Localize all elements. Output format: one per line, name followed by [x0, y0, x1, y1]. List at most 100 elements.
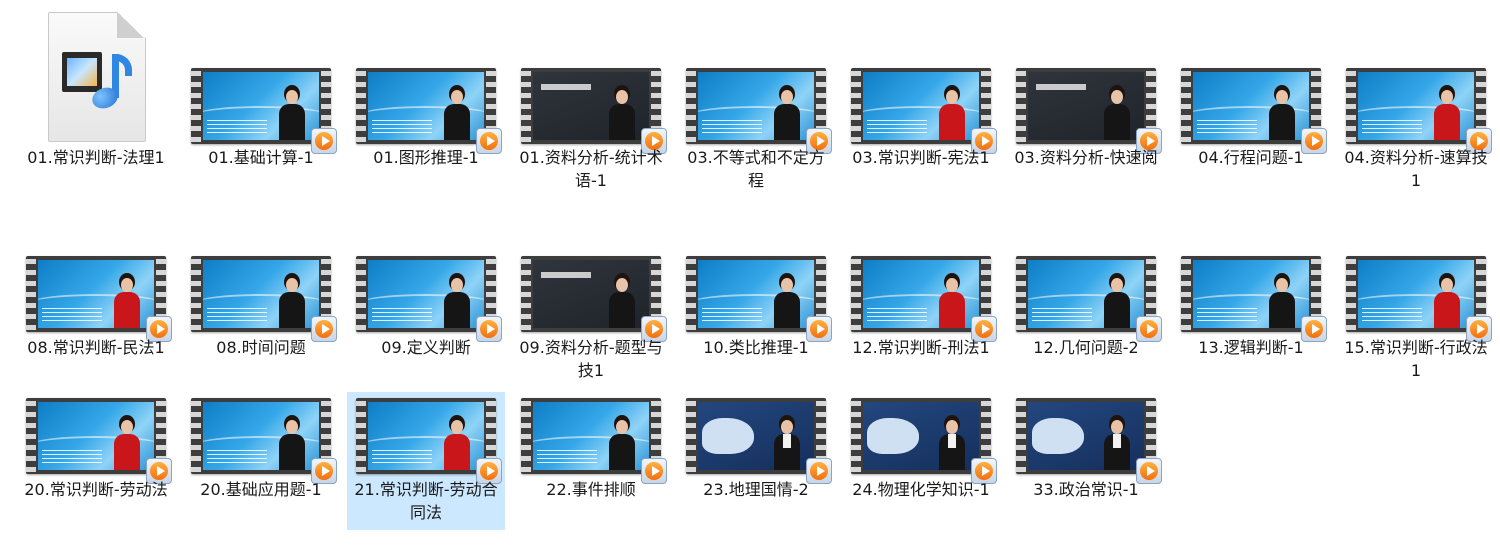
video-file-item[interactable]: 01.图形推理-1 [347, 8, 505, 192]
video-file-item[interactable]: 24.物理化学知识-1 [842, 392, 1000, 530]
video-thumbnail [851, 256, 997, 342]
video-thumbnail [26, 398, 172, 484]
video-thumbnail [191, 256, 337, 342]
video-file-item[interactable]: 04.资料分析-速算技1 [1337, 8, 1495, 192]
video-thumbnail [1016, 398, 1162, 484]
presenter-figure [1434, 272, 1460, 328]
presenter-figure [1269, 272, 1295, 328]
media-file-icon [48, 12, 146, 142]
presenter-figure [609, 84, 635, 140]
file-name-label: 15.常识判断-行政法1 [1344, 338, 1488, 380]
video-thumbnail [686, 68, 832, 154]
video-file-item[interactable]: 21.常识判断-劳动合同法 [347, 392, 505, 530]
video-thumbnail [191, 68, 337, 154]
video-thumbnail [1346, 256, 1492, 342]
file-name-label: 03.资料分析-快速阅 [1014, 148, 1158, 167]
presenter-figure [939, 272, 965, 328]
video-thumbnail [1016, 256, 1162, 342]
music-note-icon [86, 52, 134, 116]
video-file-item[interactable]: 15.常识判断-行政法1 [1337, 244, 1495, 380]
file-name-label: 03.不等式和不定方程 [687, 148, 825, 190]
presenter-figure [609, 414, 635, 470]
video-file-item[interactable]: 12.几何问题-2 [1007, 244, 1165, 374]
presenter-figure [1104, 272, 1130, 328]
video-thumbnail [521, 68, 667, 154]
video-file-item[interactable]: 08.时间问题 [182, 244, 340, 374]
file-name-label: 10.类比推理-1 [703, 338, 809, 357]
video-file-item[interactable]: 01.基础计算-1 [182, 8, 340, 192]
video-thumbnail [521, 256, 667, 342]
video-file-item[interactable]: 01.资料分析-统计术语-1 [512, 8, 670, 192]
video-file-item[interactable]: 22.事件排顺 [512, 392, 670, 530]
video-thumbnail [1346, 68, 1492, 154]
video-file-item[interactable]: 09.定义判断 [347, 244, 505, 374]
file-name-label: 20.基础应用题-1 [200, 480, 322, 499]
video-file-item[interactable]: 20.基础应用题-1 [182, 392, 340, 530]
file-name-label: 09.定义判断 [381, 338, 471, 357]
presenter-figure [444, 84, 470, 140]
video-thumbnail [1016, 68, 1162, 154]
file-name-label: 23.地理国情-2 [703, 480, 809, 499]
file-name-label: 03.常识判断-宪法1 [852, 148, 990, 167]
video-thumbnail [851, 68, 997, 154]
video-file-item[interactable]: 03.常识判断-宪法1 [842, 8, 1000, 192]
video-thumbnail [686, 256, 832, 342]
video-thumbnail [356, 398, 502, 484]
presenter-figure [444, 272, 470, 328]
video-file-item[interactable]: 09.资料分析-题型与技1 [512, 244, 670, 380]
file-name-label: 04.资料分析-速算技1 [1344, 148, 1488, 190]
video-file-item[interactable]: 04.行程问题-1 [1172, 8, 1330, 192]
video-file-item[interactable]: 10.类比推理-1 [677, 244, 835, 374]
video-thumbnail [851, 398, 997, 484]
file-name-label: 01.图形推理-1 [373, 148, 479, 167]
video-thumbnail [521, 398, 667, 484]
video-thumbnail [191, 398, 337, 484]
video-thumbnail [1181, 256, 1327, 342]
presenter-figure [279, 272, 305, 328]
presenter-figure [1104, 84, 1130, 140]
file-name-label: 08.时间问题 [216, 338, 306, 357]
presenter-figure [114, 272, 140, 328]
video-thumbnail [26, 256, 172, 342]
video-thumbnail [1181, 68, 1327, 154]
file-name-label: 12.常识判断-刑法1 [852, 338, 990, 357]
file-name-label: 20.常识判断-劳动法 [24, 480, 168, 499]
video-file-item[interactable]: 33.政治常识-1 [1007, 392, 1165, 530]
file-name-label: 01.资料分析-统计术语-1 [519, 148, 663, 190]
presenter-figure [114, 414, 140, 470]
video-file-item[interactable]: 03.资料分析-快速阅 [1007, 8, 1165, 192]
presenter-figure [279, 414, 305, 470]
presenter-figure [444, 414, 470, 470]
video-file-item[interactable]: 23.地理国情-2 [677, 392, 835, 530]
file-name-label: 01.常识判断-法理1 [27, 148, 165, 167]
video-thumbnail [356, 68, 502, 154]
video-thumbnail [686, 398, 832, 484]
presenter-figure [1269, 84, 1295, 140]
file-name-label: 21.常识判断-劳动合同法 [354, 480, 498, 522]
presenter-figure [1104, 414, 1130, 470]
presenter-figure [609, 272, 635, 328]
file-name-label: 33.政治常识-1 [1033, 480, 1139, 499]
file-name-label: 09.资料分析-题型与技1 [519, 338, 663, 380]
video-file-item[interactable]: 03.不等式和不定方程 [677, 8, 835, 192]
video-file-item[interactable]: 20.常识判断-劳动法 [17, 392, 175, 530]
file-name-label: 04.行程问题-1 [1198, 148, 1304, 167]
file-name-label: 24.物理化学知识-1 [852, 480, 990, 499]
file-name-label: 22.事件排顺 [546, 480, 636, 499]
video-file-item[interactable]: 12.常识判断-刑法1 [842, 244, 1000, 374]
file-name-label: 01.基础计算-1 [208, 148, 314, 167]
presenter-figure [774, 414, 800, 470]
file-name-label: 12.几何问题-2 [1033, 338, 1139, 357]
presenter-figure [939, 414, 965, 470]
video-file-item[interactable]: 08.常识判断-民法1 [17, 244, 175, 374]
video-thumbnail [356, 256, 502, 342]
presenter-figure [774, 84, 800, 140]
presenter-figure [1434, 84, 1460, 140]
file-name-label: 08.常识判断-民法1 [27, 338, 165, 357]
video-file-item[interactable]: 13.逻辑判断-1 [1172, 244, 1330, 374]
file-name-label: 13.逻辑判断-1 [1198, 338, 1304, 357]
presenter-figure [939, 84, 965, 140]
media-file-item[interactable]: 01.常识判断-法理1 [17, 8, 175, 192]
presenter-figure [279, 84, 305, 140]
presenter-figure [774, 272, 800, 328]
